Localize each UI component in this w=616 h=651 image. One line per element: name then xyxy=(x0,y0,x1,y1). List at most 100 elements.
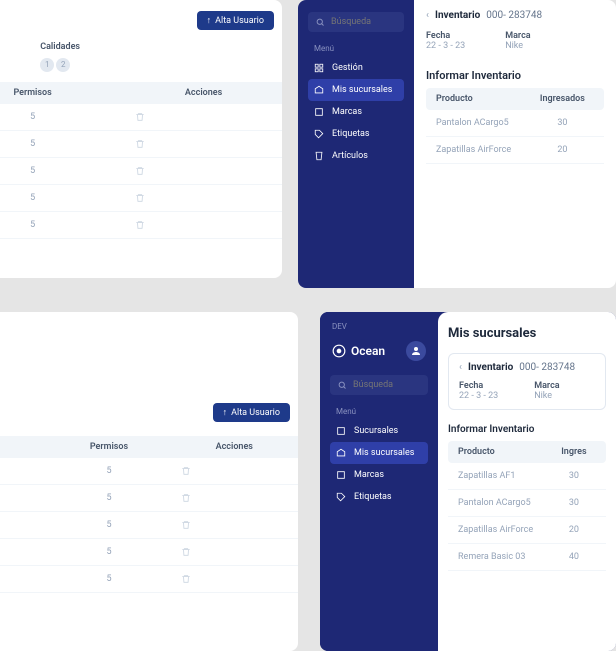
delete-icon[interactable] xyxy=(135,193,272,203)
fecha-block: Fecha 22 - 3 - 23 xyxy=(426,31,465,51)
table-row: Martín5 xyxy=(0,539,298,566)
table-row: Pantalon ACargo530 xyxy=(426,110,604,137)
avatar[interactable] xyxy=(406,341,426,361)
delete-icon[interactable] xyxy=(181,520,288,530)
delete-icon[interactable] xyxy=(181,574,288,584)
fecha-value: 22 - 3 - 23 xyxy=(459,391,498,401)
breadcrumb: ‹ Inventario 000- 283748 xyxy=(426,10,604,21)
delete-icon[interactable] xyxy=(181,547,288,557)
col-producto: Producto xyxy=(458,447,552,457)
add-user-button[interactable]: ↑ Alta Usuario xyxy=(213,403,290,422)
delete-icon[interactable] xyxy=(135,139,272,149)
cell-name: Martín xyxy=(0,547,37,557)
cell-permisos: 5 xyxy=(37,466,180,476)
add-user-button[interactable]: ↑ Alta Usuario xyxy=(197,11,274,30)
sidebar-item-gestión[interactable]: Gestión xyxy=(302,57,410,79)
table-row: Martín5 xyxy=(0,566,298,593)
search-input[interactable] xyxy=(331,17,396,27)
col-permisos: Permisos xyxy=(0,88,135,98)
marca-label: Marca xyxy=(534,381,559,391)
cell-ingresados: 30 xyxy=(531,118,594,128)
inv-table-header: Producto Ingres xyxy=(448,441,606,463)
search-box[interactable] xyxy=(308,12,404,32)
sidebar-item-marcas[interactable]: Marcas xyxy=(324,464,434,486)
menu-label: Menú xyxy=(302,36,410,57)
menu-label: Menú xyxy=(324,399,434,420)
col-e: e xyxy=(0,442,37,452)
col-producto: Producto xyxy=(436,94,531,104)
delete-icon[interactable] xyxy=(135,166,272,176)
menu-item-label: Mis sucursales xyxy=(332,85,392,95)
sidebar-item-sucursales[interactable]: Sucursales xyxy=(324,420,434,442)
menu-icon xyxy=(336,492,346,502)
menu-item-label: Sucursales xyxy=(354,426,398,436)
delete-icon[interactable] xyxy=(181,466,288,476)
cell-producto: Zapatillas AirForce xyxy=(436,145,531,155)
chevron-left-icon[interactable]: ‹ xyxy=(426,10,429,21)
inventory-panel-top: Menú Gestión Mis sucursales Marcas Etiqueta… xyxy=(298,0,616,288)
breadcrumb-id: 000- 283748 xyxy=(519,362,575,373)
cell-name: o xyxy=(0,493,37,503)
page-title: Mis sucursales xyxy=(448,326,606,341)
cell-permisos: 5 xyxy=(37,547,180,557)
sidebar-item-mis-sucursales[interactable]: Mis sucursales xyxy=(308,79,404,101)
search-box[interactable] xyxy=(330,375,428,395)
chevron-left-icon[interactable]: ‹ xyxy=(459,362,462,373)
ocean-panel: DEV Ocean Menú SucursalesMis sucursalesM… xyxy=(320,312,616,651)
inventory-card: ‹ Inventario 000- 283748 Fecha 22 - 3 - … xyxy=(448,353,606,410)
menu-item-label: Marcas xyxy=(354,470,384,480)
table-row: 5 xyxy=(0,131,282,158)
table-row: Zapatillas AirForce20 xyxy=(448,517,606,544)
informar-title: Informar Inventario xyxy=(448,424,606,435)
fecha-label: Fecha xyxy=(459,381,498,391)
menu-item-label: Gestión xyxy=(332,63,363,73)
menu-item-label: Artículos xyxy=(332,151,368,161)
delete-icon[interactable] xyxy=(135,220,272,230)
sidebar-bottom: DEV Ocean Menú SucursalesMis sucursalesM… xyxy=(320,312,438,651)
cell-producto: Zapatillas AirForce xyxy=(458,525,552,535)
sidebar-item-etiquetas[interactable]: Etiquetas xyxy=(302,123,410,145)
sidebar-item-artículos[interactable]: Artículos xyxy=(302,145,410,167)
add-user-label: Alta Usuario xyxy=(215,16,264,26)
table-row: Pantalon ACargo530 xyxy=(448,490,606,517)
table-row: Martín5 xyxy=(0,458,298,485)
search-icon xyxy=(316,18,325,27)
col-permisos: Permisos xyxy=(37,442,180,452)
sidebar-item-etiquetas[interactable]: Etiquetas xyxy=(324,486,434,508)
sidebar-item-marcas[interactable]: Marcas xyxy=(302,101,410,123)
sidebar-item-mis-sucursales[interactable]: Mis sucursales xyxy=(330,442,428,464)
pill-2: 2 xyxy=(56,58,70,72)
inv-table-header: Producto Ingresados xyxy=(426,88,604,110)
cell-permisos: 5 xyxy=(37,574,180,584)
menu-icon xyxy=(314,107,324,117)
cell-ingresados: 20 xyxy=(552,525,596,535)
pill-1: 1 xyxy=(40,58,54,72)
cell-permisos: 5 xyxy=(0,193,135,203)
add-user-label: Alta Usuario xyxy=(231,408,280,418)
table-row: 5 xyxy=(0,158,282,185)
table-row: Remera Basic 0340 xyxy=(448,544,606,571)
user-panel-top: ↑ Alta Usuario Ciudad Capital Calidades … xyxy=(0,0,282,278)
delete-icon[interactable] xyxy=(135,112,272,122)
search-input[interactable] xyxy=(353,380,420,390)
menu-item-label: Mis sucursales xyxy=(354,448,414,458)
delete-icon[interactable] xyxy=(181,493,288,503)
marca-value: Nike xyxy=(534,391,559,401)
cell-producto: Pantalon ACargo5 xyxy=(458,498,552,508)
cell-producto: Remera Basic 03 xyxy=(458,552,552,562)
table-row: o5 xyxy=(0,485,298,512)
cell-ingresados: 20 xyxy=(531,145,594,155)
menu-icon xyxy=(336,448,346,458)
fecha-label: Fecha xyxy=(426,31,465,41)
informar-title: Informar Inventario xyxy=(426,69,604,82)
brand: Ocean xyxy=(332,344,385,358)
cell-permisos: 5 xyxy=(0,139,135,149)
menu-item-label: Marcas xyxy=(332,107,362,117)
breadcrumb-current: Inventario xyxy=(435,10,480,21)
inventory-content: ‹ Inventario 000- 283748 Fecha 22 - 3 - … xyxy=(414,0,616,288)
cell-ingresados: 40 xyxy=(552,552,596,562)
menu-icon xyxy=(314,151,324,161)
calidades-label: Calidades xyxy=(40,42,80,52)
marca-label: Marca xyxy=(505,31,530,41)
col-ingresados: Ingresados xyxy=(531,94,594,104)
